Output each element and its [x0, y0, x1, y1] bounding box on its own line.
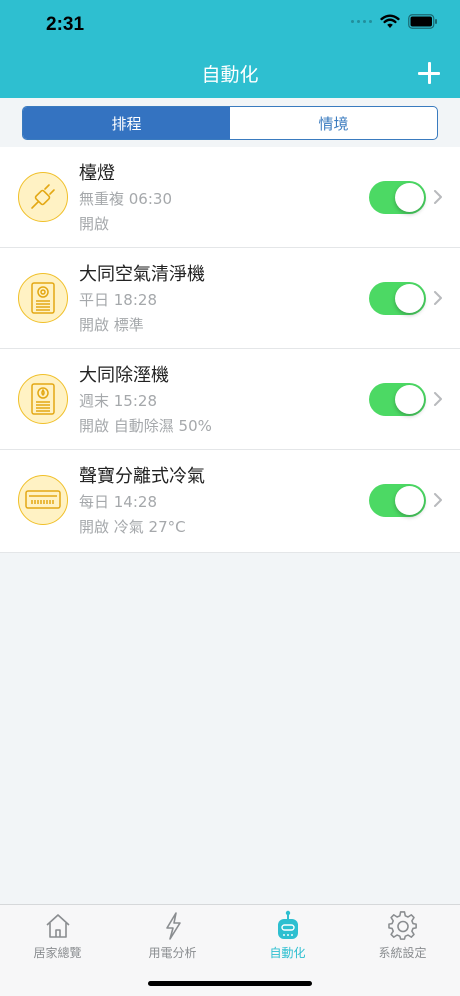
tab-home[interactable]: 居家總覽	[0, 905, 115, 965]
wifi-icon	[380, 14, 400, 29]
schedule-row[interactable]: 聲寶分離式冷氣 每日 14:28 開啟 冷氣 27°C	[0, 450, 460, 553]
schedule-time: 週末 15:28	[79, 392, 157, 410]
schedule-action: 開啟 自動除濕 50%	[79, 417, 212, 435]
status-icons	[351, 14, 438, 29]
tab-scene[interactable]: 情境	[230, 107, 437, 139]
page-title: 自動化	[201, 64, 259, 86]
toggle-knob	[395, 385, 424, 414]
schedule-toggle[interactable]	[369, 383, 426, 416]
schedule-toggle[interactable]	[369, 484, 426, 517]
tab-label: 系統設定	[378, 946, 427, 960]
schedule-row[interactable]: 檯燈 無重複 06:30 開啟	[0, 147, 460, 248]
schedule-time: 每日 14:28	[79, 493, 157, 511]
chevron-right-icon	[434, 493, 442, 507]
tab-schedule[interactable]: 排程	[23, 107, 230, 139]
toggle-knob	[395, 486, 424, 515]
home-indicator	[148, 981, 312, 986]
add-schedule-button[interactable]	[418, 62, 440, 84]
toggle-knob	[395, 183, 424, 212]
schedule-time: 平日 18:28	[79, 291, 157, 309]
schedule-action: 開啟 冷氣 27°C	[79, 518, 186, 536]
gear-icon	[387, 911, 418, 941]
tab-label: 居家總覽	[33, 946, 82, 960]
tab-label: 用電分析	[148, 946, 197, 960]
air-purifier-icon	[18, 273, 68, 323]
device-name: 聲寶分離式冷氣	[79, 466, 205, 487]
device-name: 大同空氣清淨機	[79, 264, 205, 285]
chevron-right-icon	[434, 291, 442, 305]
schedule-row[interactable]: 大同空氣清淨機 平日 18:28 開啟 標準	[0, 248, 460, 349]
tab-energy[interactable]: 用電分析	[115, 905, 230, 965]
tab-label: 自動化	[269, 946, 306, 960]
toggle-knob	[395, 284, 424, 313]
schedule-row[interactable]: 大同除溼機 週末 15:28 開啟 自動除濕 50%	[0, 349, 460, 450]
device-name: 大同除溼機	[79, 365, 169, 386]
dehumidifier-icon	[18, 374, 68, 424]
battery-icon	[408, 14, 438, 29]
status-time: 2:31	[46, 14, 85, 35]
chevron-right-icon	[434, 190, 442, 204]
plug-icon	[18, 172, 68, 222]
schedule-time: 無重複 06:30	[79, 190, 172, 208]
schedule-action: 開啟 標準	[79, 316, 144, 334]
schedule-toggle[interactable]	[369, 282, 426, 315]
home-icon	[44, 911, 72, 941]
tab-automation[interactable]: 自動化	[230, 905, 345, 965]
air-conditioner-icon	[18, 475, 68, 525]
schedule-action: 開啟	[79, 215, 110, 233]
app-header: 2:31 自動化	[0, 0, 460, 98]
lightning-icon	[162, 911, 184, 941]
schedule-list: 檯燈 無重複 06:30 開啟 大同空氣清淨機 平日 18:28 開啟 標準 大…	[0, 147, 460, 553]
tab-settings[interactable]: 系統設定	[345, 905, 460, 965]
schedule-toggle[interactable]	[369, 181, 426, 214]
signal-icon	[351, 20, 372, 23]
chevron-right-icon	[434, 392, 442, 406]
device-name: 檯燈	[79, 163, 115, 184]
schedule-scene-segmented-control: 排程 情境	[22, 106, 438, 140]
robot-icon	[275, 910, 301, 941]
